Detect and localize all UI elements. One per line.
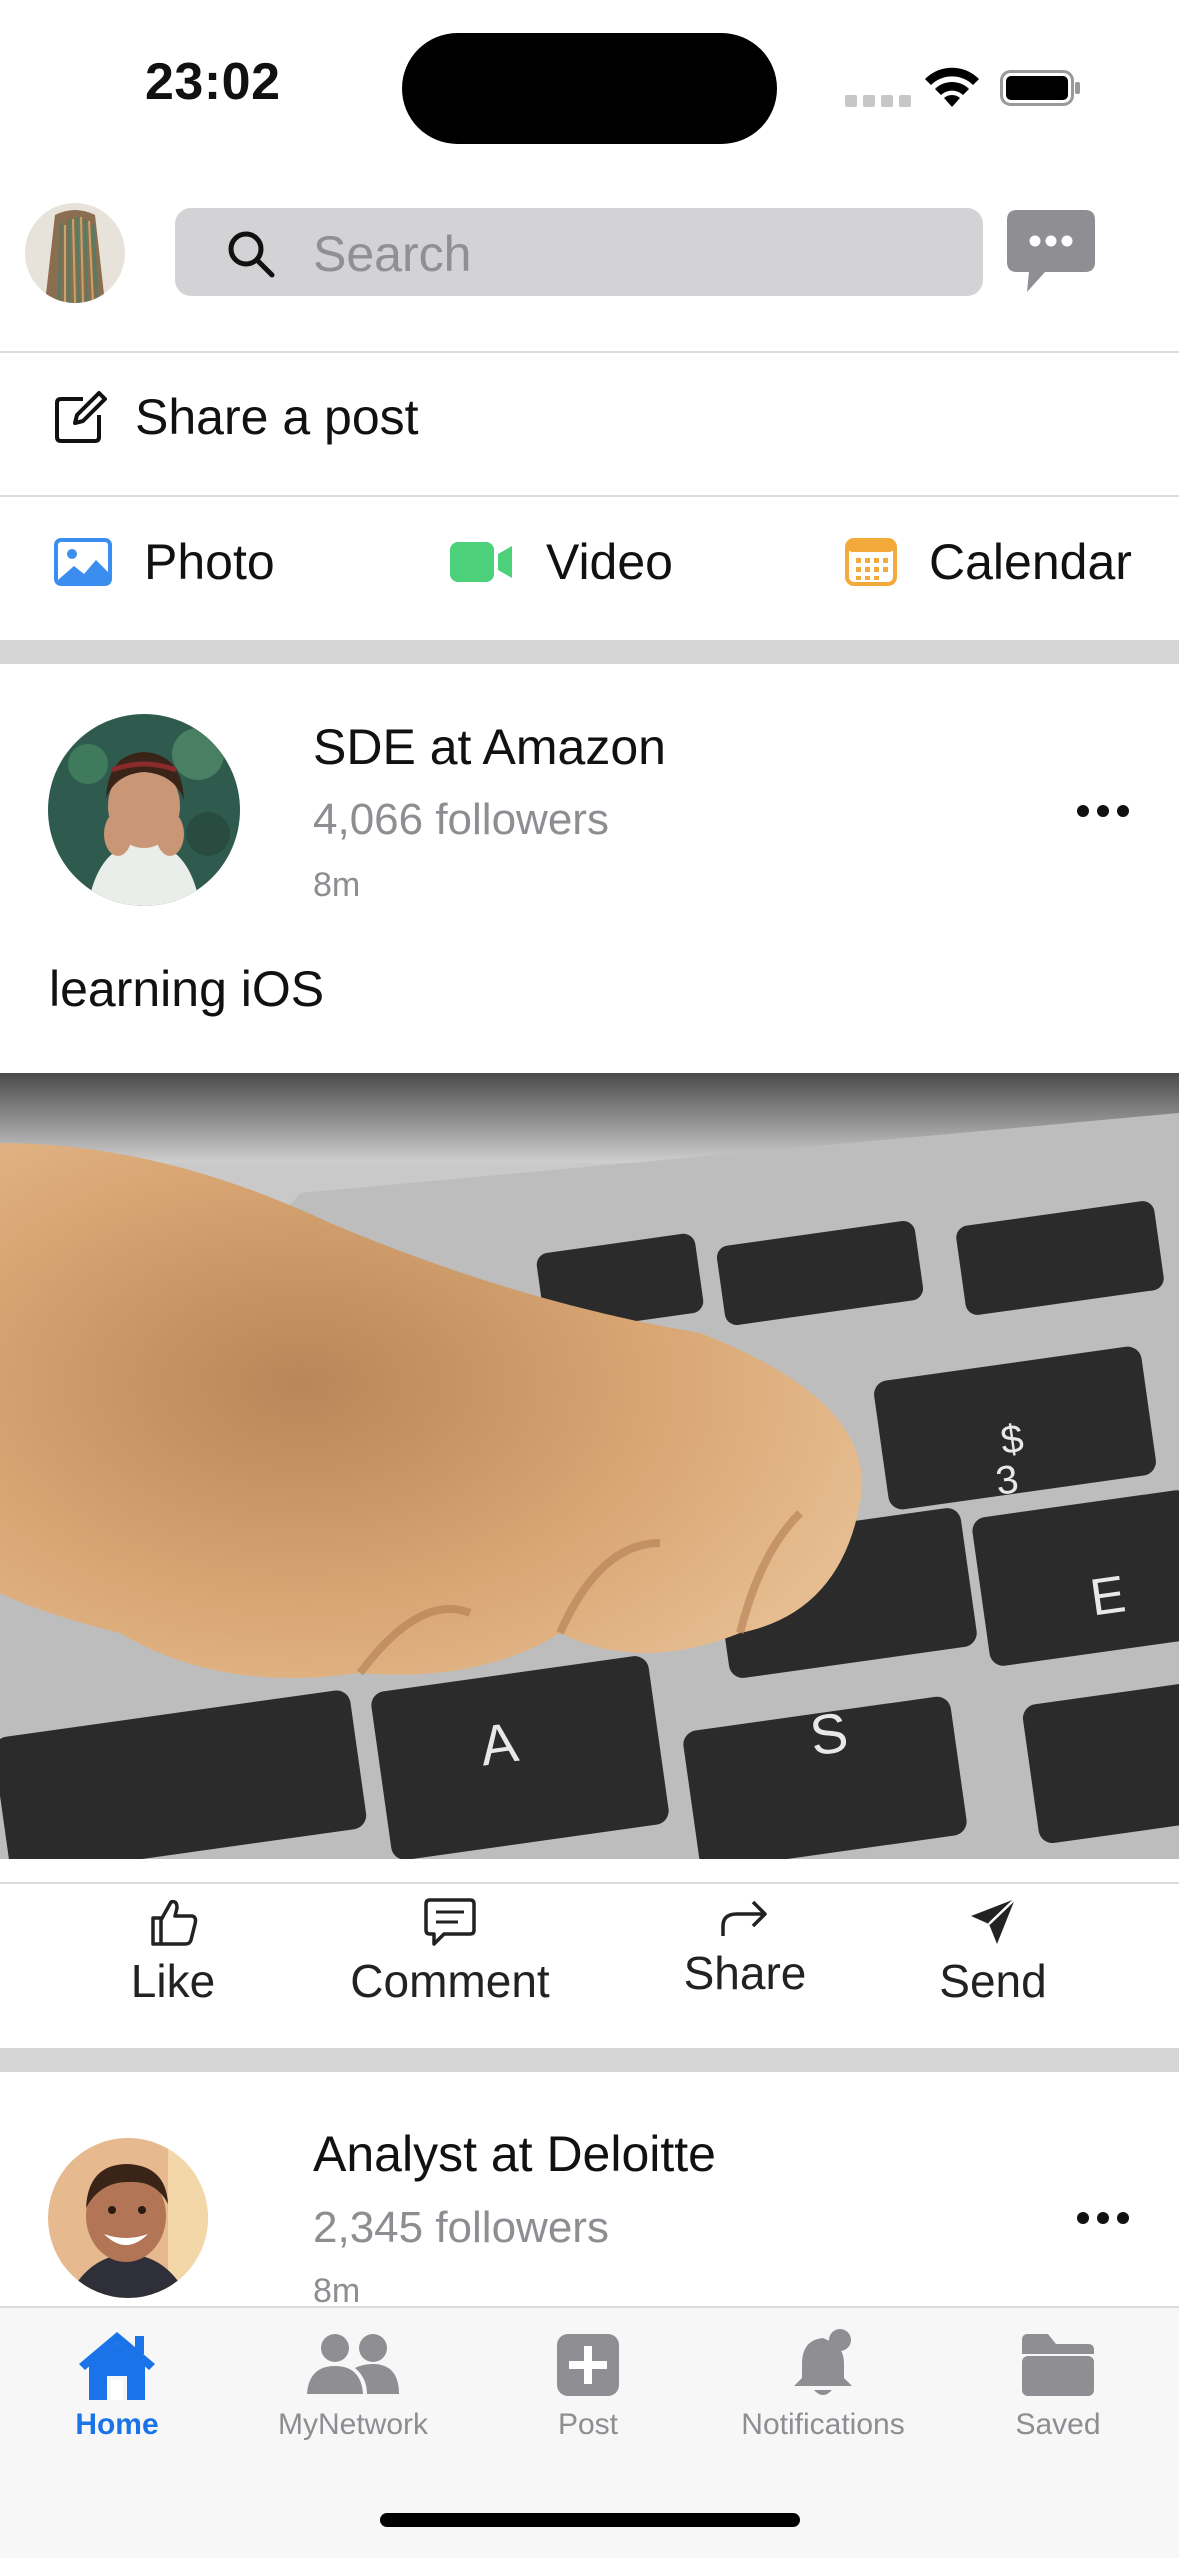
thumbs-up-icon <box>151 1899 198 1946</box>
battery-icon <box>1000 70 1080 106</box>
post-author-title[interactable]: Analyst at Deloitte <box>313 2125 716 2183</box>
post-actions: Like Comment Share Send <box>0 1882 1179 2048</box>
tab-notifications-label: Notifications <box>741 2408 905 2441</box>
calendar-label: Calendar <box>929 534 1132 590</box>
comment-button[interactable]: Comment <box>350 1896 550 2008</box>
photo-label: Photo <box>144 534 275 590</box>
plus-square-icon <box>557 2334 619 2396</box>
search-placeholder: Search <box>313 226 472 282</box>
tab-post-label: Post <box>557 2408 619 2441</box>
post-author-followers: 4,066 followers <box>313 795 609 844</box>
folder-icon <box>1022 2334 1094 2396</box>
calendar-button[interactable]: Calendar <box>845 533 1132 591</box>
messages-icon[interactable] <box>1005 208 1097 296</box>
compose-icon <box>55 391 107 443</box>
video-label: Video <box>546 534 673 590</box>
comment-label: Comment <box>350 1955 550 2007</box>
video-button[interactable]: Video <box>450 533 673 591</box>
share-arrow-icon <box>721 1900 767 1936</box>
dynamic-island <box>402 33 777 144</box>
post-author-avatar[interactable] <box>48 714 240 906</box>
people-icon <box>307 2334 399 2394</box>
tab-saved[interactable]: Saved <box>958 2328 1158 2442</box>
bell-icon <box>794 2329 852 2395</box>
search-bar[interactable]: Search <box>175 208 983 296</box>
wifi-icon <box>925 67 979 107</box>
like-button[interactable]: Like <box>123 1896 223 2008</box>
tab-home[interactable]: Home <box>17 2328 217 2442</box>
comment-icon <box>424 1898 476 1946</box>
share-post-label: Share a post <box>135 389 419 445</box>
more-options-icon[interactable] <box>1076 804 1130 818</box>
section-separator <box>0 640 1179 664</box>
status-time: 23:02 <box>145 53 281 111</box>
tab-mynetwork-label: MyNetwork <box>277 2408 428 2441</box>
share-label: Share <box>683 1947 807 1999</box>
tab-notifications[interactable]: Notifications <box>723 2328 923 2442</box>
profile-avatar[interactable] <box>25 203 125 303</box>
cellular-signal-icon <box>845 95 911 107</box>
home-icon <box>79 2332 155 2400</box>
calendar-icon <box>845 538 897 586</box>
send-button[interactable]: Send <box>928 1896 1058 2008</box>
tab-post[interactable]: Post <box>488 2328 688 2442</box>
photo-button[interactable]: Photo <box>54 533 275 591</box>
video-icon <box>450 542 512 582</box>
tab-home-label: Home <box>75 2408 159 2441</box>
post-timestamp: 8m <box>313 866 361 904</box>
tab-mynetwork[interactable]: MyNetwork <box>253 2328 453 2442</box>
more-options-icon[interactable] <box>1076 2211 1130 2225</box>
home-indicator <box>380 2513 800 2527</box>
post-author-avatar[interactable] <box>48 2138 208 2298</box>
share-post-row[interactable]: Share a post <box>0 353 1179 495</box>
post-text: learning iOS <box>49 961 325 1017</box>
post-author-title[interactable]: SDE at Amazon <box>313 718 666 776</box>
media-options: Photo Video Calendar <box>0 497 1179 640</box>
post-author-followers: 2,345 followers <box>313 2203 609 2252</box>
photo-icon <box>54 538 112 586</box>
paper-plane-icon <box>971 1898 1016 1944</box>
share-button[interactable]: Share <box>670 1896 820 2000</box>
like-label: Like <box>130 1955 216 2007</box>
post-image[interactable]: E S A $ 3 <box>0 1073 1179 1859</box>
tab-saved-label: Saved <box>1015 2408 1101 2441</box>
section-separator <box>0 2048 1179 2072</box>
search-icon <box>228 231 275 278</box>
send-label: Send <box>939 1955 1047 2007</box>
